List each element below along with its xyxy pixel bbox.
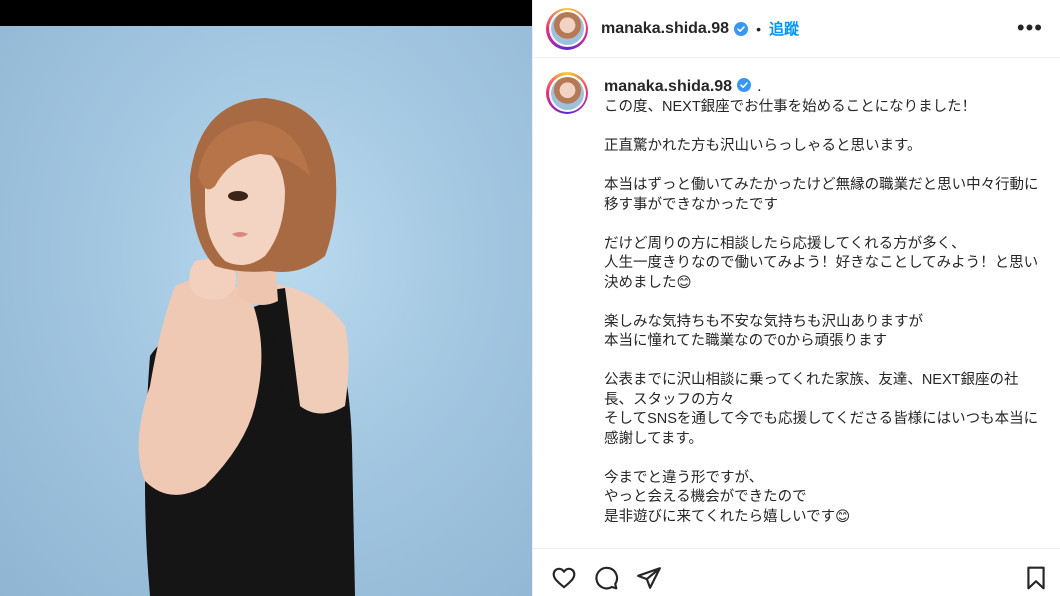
caption-username[interactable]: manaka.shida.98 bbox=[604, 78, 732, 95]
caption-line: 正直驚かれた方も沢山いらっしゃると思います。 bbox=[604, 138, 922, 154]
caption-text: この度、NEXT銀座でお仕事を始めることになりました！ 正直驚かれた方も沢山いら… bbox=[604, 98, 1044, 527]
caption-line: だけど周りの方に相談したら応援してくれる方が多く、 bbox=[604, 235, 966, 252]
separator-dot: • bbox=[756, 20, 761, 37]
caption-line bbox=[604, 118, 1044, 138]
bookmark-icon[interactable] bbox=[1023, 565, 1049, 591]
verified-badge-icon bbox=[734, 21, 749, 36]
post-dialog: manaka.shida.98 • 追蹤 ••• manaka.shida.98… bbox=[0, 0, 1060, 596]
caption-line: 今までと違う形ですが、 bbox=[604, 469, 764, 486]
caption-line bbox=[604, 215, 1044, 235]
caption-line: 楽しみな気持ちも不安な気持ちも沢山ありますが bbox=[604, 313, 923, 330]
caption-line: この度、NEXT銀座でお仕事を始めることになりました！ bbox=[604, 99, 977, 115]
caption-line: 本当はずっと働いてみたかったけど無縁の職業だと思い中々行動に移す事ができなかった… bbox=[604, 177, 1039, 213]
post-header: manaka.shida.98 • 追蹤 ••• bbox=[533, 0, 1060, 58]
comment-icon[interactable] bbox=[593, 565, 619, 591]
author-username[interactable]: manaka.shida.98 bbox=[601, 20, 729, 38]
caption-line: そしてSNSを通して今でも応援してくださる皆様にはいつも本当に感謝してます。 bbox=[604, 411, 1039, 447]
follow-button[interactable]: 追蹤 bbox=[769, 18, 799, 39]
verified-badge-icon bbox=[737, 78, 752, 92]
caption-line: 人生一度きりなので働いてみよう！好きなことしてみよう！と思い決めました😊 bbox=[604, 255, 1039, 291]
avatar-image bbox=[550, 12, 584, 45]
caption-line: 本当に憧れてた職業なので0から頑張ります bbox=[604, 333, 888, 349]
heart-icon[interactable] bbox=[551, 565, 577, 591]
more-options-icon[interactable]: ••• bbox=[1017, 17, 1043, 39]
caption-author-avatar[interactable] bbox=[546, 72, 588, 114]
post-side-panel: manaka.shida.98 • 追蹤 ••• manaka.shida.98… bbox=[532, 0, 1060, 596]
action-bar bbox=[533, 548, 1060, 596]
caption-period: . bbox=[757, 78, 762, 95]
post-photo[interactable] bbox=[0, 0, 532, 596]
caption-line bbox=[604, 293, 1044, 313]
caption-line: やっと会える機会ができたので bbox=[604, 489, 807, 505]
caption-line: 公表までに沢山相談に乗ってくれた家族、友達、NEXT銀座の社長、スタッフの方々 bbox=[604, 372, 1019, 408]
caption-line: 是非遊びに来てくれたら嬉しいです😊 bbox=[604, 508, 851, 525]
author-avatar[interactable] bbox=[546, 7, 588, 50]
caption-line bbox=[604, 157, 1044, 177]
caption-username-row: manaka.shida.98. bbox=[604, 78, 762, 96]
caption-area: manaka.shida.98. この度、NEXT銀座でお仕事を始めることになり… bbox=[533, 58, 1060, 548]
caption-line bbox=[604, 449, 1044, 469]
portrait-image bbox=[0, 26, 532, 596]
share-icon[interactable] bbox=[636, 565, 662, 591]
avatar-image bbox=[550, 76, 584, 110]
caption-line bbox=[604, 352, 1044, 372]
